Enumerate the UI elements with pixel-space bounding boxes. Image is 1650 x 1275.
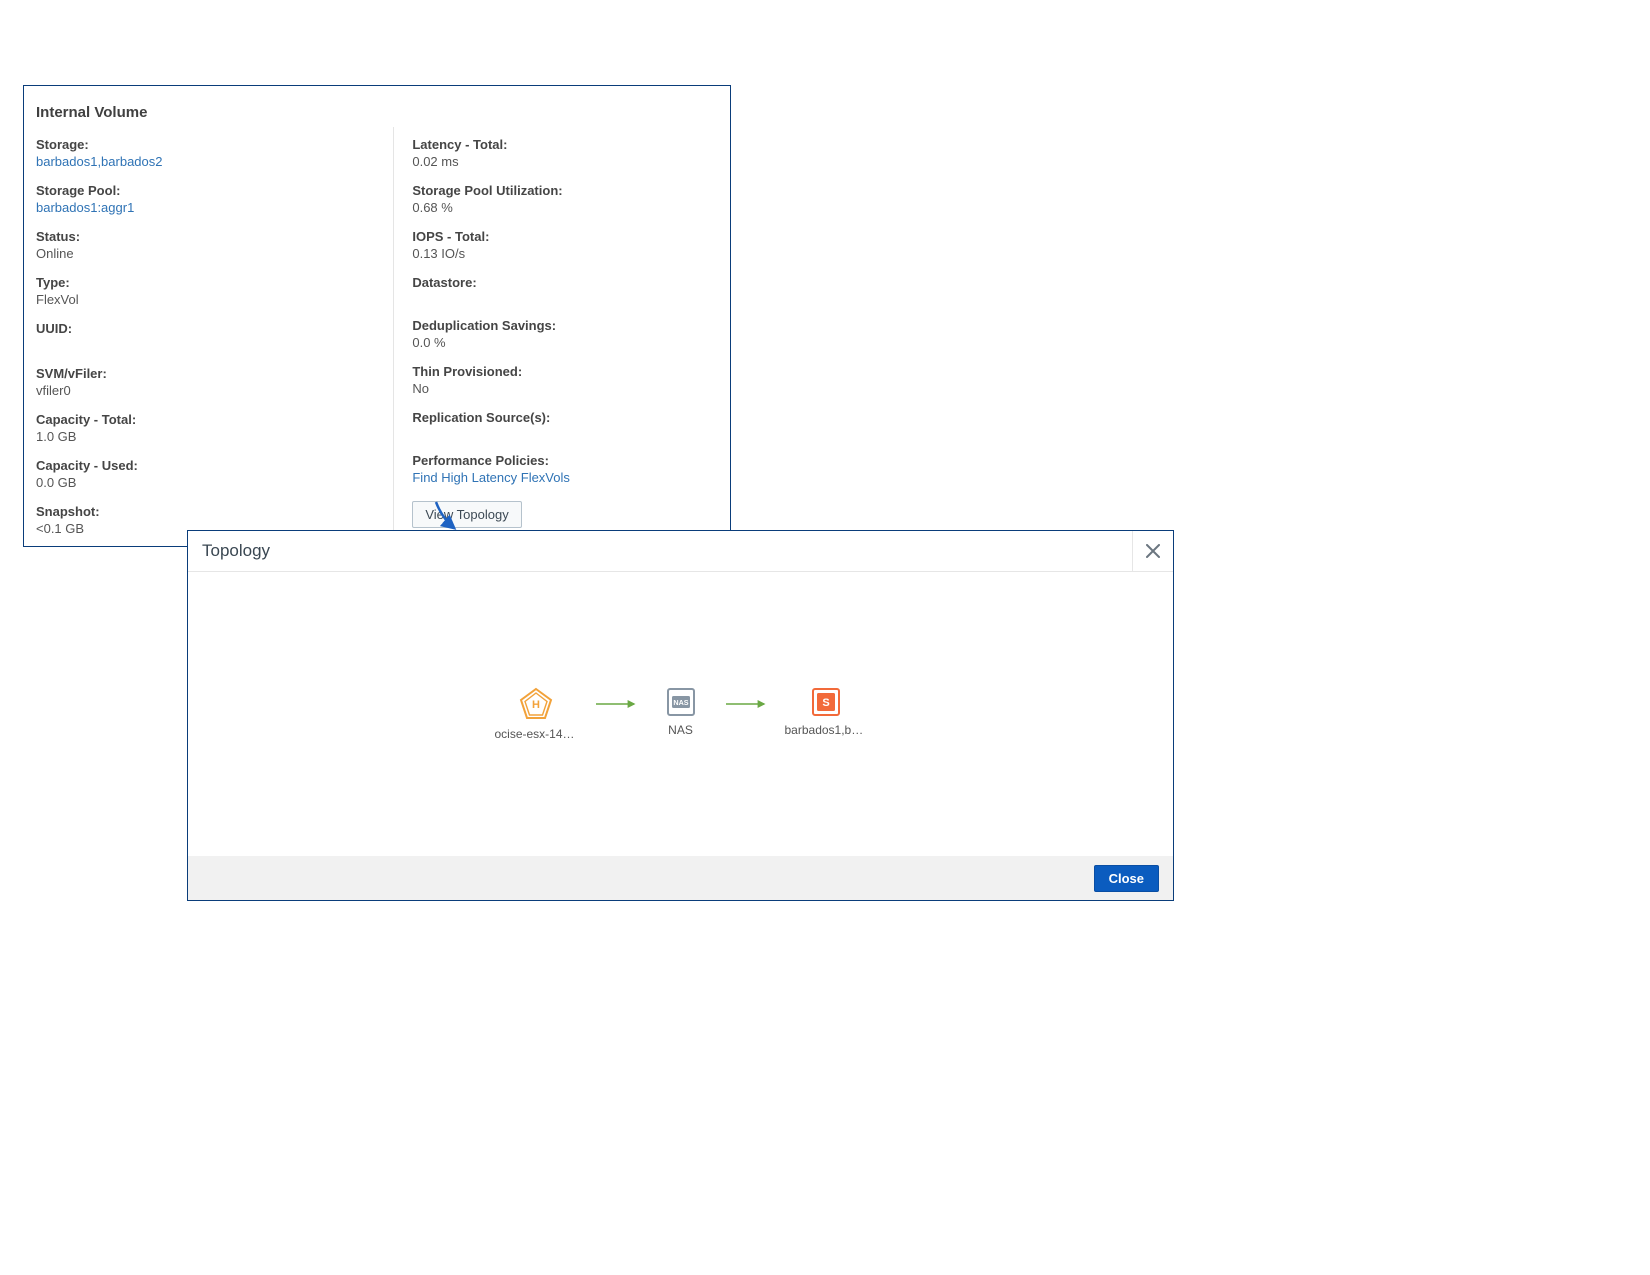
close-button[interactable] (1132, 531, 1173, 571)
field-value: 0.13 IO/s (412, 246, 730, 261)
performance-policies-link[interactable]: Find High Latency FlexVols (412, 470, 730, 485)
svg-text:NAS: NAS (673, 698, 688, 707)
field-label: Performance Policies: (412, 453, 730, 468)
storage-icon: S (811, 687, 841, 717)
field-capacity-total: Capacity - Total: 1.0 GB (36, 412, 393, 444)
modal-footer: Close (188, 856, 1173, 900)
field-label: UUID: (36, 321, 393, 336)
field-label: Replication Source(s): (412, 410, 730, 425)
field-storage: Storage: barbados1,barbados2 (36, 137, 393, 169)
node-caption: ocise-esx-1431… (495, 727, 577, 741)
field-uuid: UUID: (36, 321, 393, 338)
internal-volume-panel: Internal Volume Storage: barbados1,barba… (23, 85, 731, 547)
nas-icon: NAS (666, 687, 696, 717)
field-capacity-used: Capacity - Used: 0.0 GB (36, 458, 393, 490)
field-iops-total: IOPS - Total: 0.13 IO/s (412, 229, 730, 261)
volume-right-column: Latency - Total: 0.02 ms Storage Pool Ut… (393, 127, 730, 536)
field-dedup-savings: Deduplication Savings: 0.0 % (412, 318, 730, 350)
topology-modal: Topology H ocise-esx-1431… (187, 530, 1174, 901)
node-caption: barbados1,bar… (785, 723, 867, 737)
field-value: vfiler0 (36, 383, 393, 398)
modal-title: Topology (202, 541, 270, 561)
field-storage-pool-utilization: Storage Pool Utilization: 0.68 % (412, 183, 730, 215)
field-value: Online (36, 246, 393, 261)
field-value: 0.02 ms (412, 154, 730, 169)
field-label: Capacity - Total: (36, 412, 393, 427)
field-value: 1.0 GB (36, 429, 393, 444)
field-label: Storage Pool: (36, 183, 393, 198)
view-topology-row: View Topology (412, 501, 730, 528)
field-latency-total: Latency - Total: 0.02 ms (412, 137, 730, 169)
field-performance-policies: Performance Policies: Find High Latency … (412, 453, 730, 485)
field-label: Thin Provisioned: (412, 364, 730, 379)
topology-node-nas[interactable]: NAS NAS (656, 687, 706, 737)
topology-arrow-icon (724, 699, 768, 709)
modal-header: Topology (188, 531, 1173, 572)
topology-node-host[interactable]: H ocise-esx-1431… (496, 687, 576, 741)
field-value: 0.0 GB (36, 475, 393, 490)
topology-arrow-icon (594, 699, 638, 709)
field-value: 0.68 % (412, 200, 730, 215)
storage-link[interactable]: barbados1,barbados2 (36, 154, 393, 169)
node-caption: NAS (668, 723, 693, 737)
field-svm-vfiler: SVM/vFiler: vfiler0 (36, 366, 393, 398)
field-value: 0.0 % (412, 335, 730, 350)
svg-text:H: H (532, 699, 540, 711)
field-label: Datastore: (412, 275, 730, 290)
field-label: Status: (36, 229, 393, 244)
field-replication-sources: Replication Source(s): (412, 410, 730, 427)
field-label: Storage: (36, 137, 393, 152)
volume-columns: Storage: barbados1,barbados2 Storage Poo… (24, 127, 730, 536)
topology-row: H ocise-esx-1431… NAS (188, 687, 1173, 741)
field-storage-pool: Storage Pool: barbados1:aggr1 (36, 183, 393, 215)
field-label: Capacity - Used: (36, 458, 393, 473)
volume-left-column: Storage: barbados1,barbados2 Storage Poo… (36, 127, 393, 536)
field-label: IOPS - Total: (412, 229, 730, 244)
close-icon (1146, 544, 1160, 558)
field-status: Status: Online (36, 229, 393, 261)
topology-node-storage[interactable]: S barbados1,bar… (786, 687, 866, 737)
field-type: Type: FlexVol (36, 275, 393, 307)
host-icon: H (519, 687, 553, 721)
panel-title: Internal Volume (24, 86, 730, 127)
field-value: FlexVol (36, 292, 393, 307)
svg-text:S: S (822, 697, 829, 709)
field-label: Deduplication Savings: (412, 318, 730, 333)
field-thin-provisioned: Thin Provisioned: No (412, 364, 730, 396)
view-topology-button[interactable]: View Topology (412, 501, 521, 528)
field-label: Type: (36, 275, 393, 290)
field-label: SVM/vFiler: (36, 366, 393, 381)
field-datastore: Datastore: (412, 275, 730, 292)
field-label: Snapshot: (36, 504, 393, 519)
close-modal-button[interactable]: Close (1094, 865, 1159, 892)
field-label: Storage Pool Utilization: (412, 183, 730, 198)
field-value: No (412, 381, 730, 396)
storage-pool-link[interactable]: barbados1:aggr1 (36, 200, 393, 215)
topology-canvas: H ocise-esx-1431… NAS (188, 572, 1173, 856)
field-label: Latency - Total: (412, 137, 730, 152)
